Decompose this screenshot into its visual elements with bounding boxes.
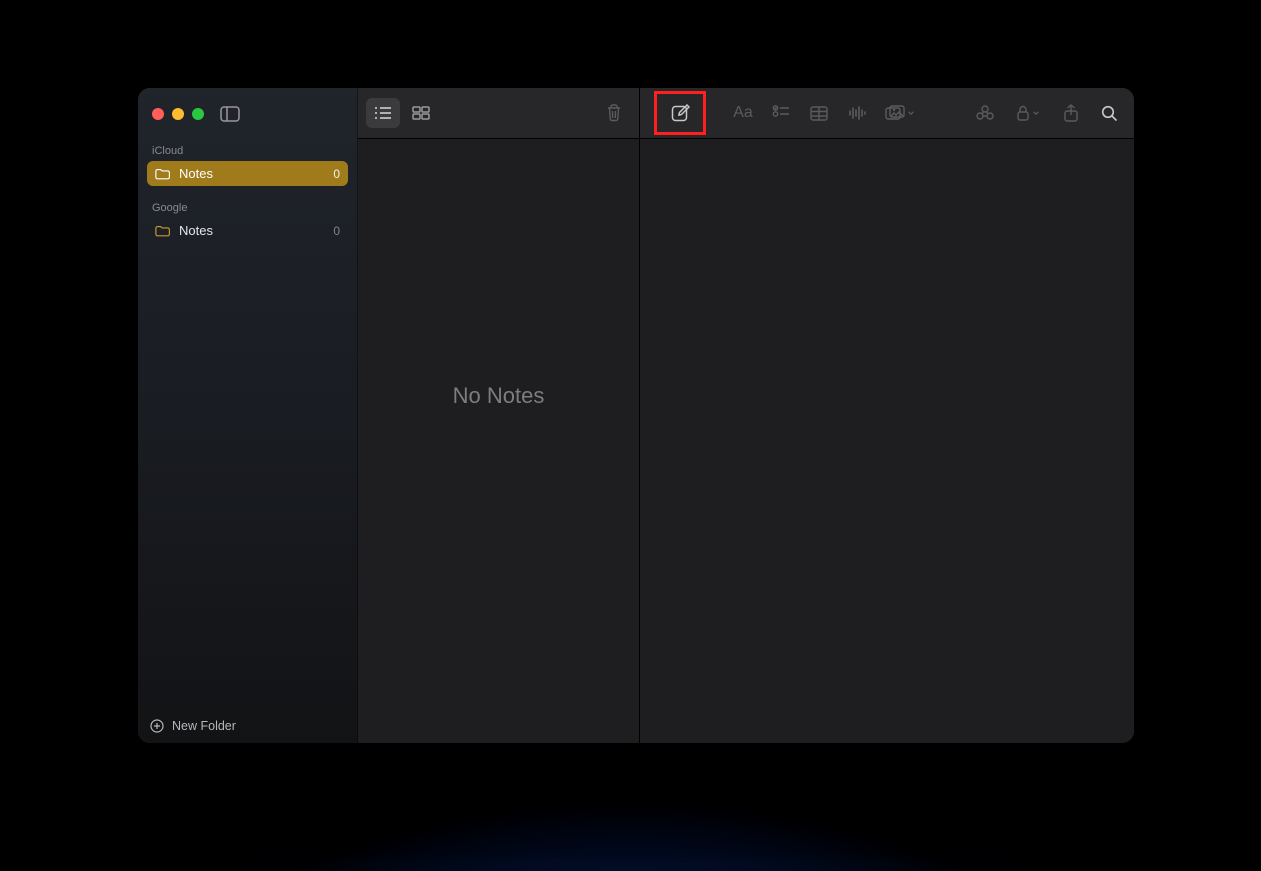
close-window-button[interactable]	[152, 108, 164, 120]
sidebar-section-label-icloud: iCloud	[138, 139, 357, 161]
folder-name: Notes	[179, 223, 213, 238]
delete-note-button[interactable]	[597, 98, 631, 128]
highlight-new-note	[654, 91, 706, 135]
share-button[interactable]	[1054, 98, 1088, 128]
folder-name: Notes	[179, 166, 213, 181]
notes-window: iCloud Notes 0 Google Notes 0	[138, 88, 1134, 743]
link-button[interactable]	[968, 98, 1002, 128]
sidebar: iCloud Notes 0 Google Notes 0	[138, 88, 358, 743]
sidebar-section-label-google: Google	[138, 196, 357, 218]
empty-list-message: No Notes	[358, 139, 639, 743]
list-view-button[interactable]	[366, 98, 400, 128]
toggle-sidebar-icon[interactable]	[220, 106, 240, 122]
minimize-window-button[interactable]	[172, 108, 184, 120]
window-titlebar	[138, 88, 357, 139]
new-note-button[interactable]	[663, 98, 697, 128]
audio-button[interactable]	[840, 98, 874, 128]
media-button[interactable]	[878, 98, 922, 128]
chevron-down-icon	[907, 109, 915, 117]
format-text-button[interactable]: Aa	[726, 98, 760, 128]
folder-icon	[155, 167, 171, 181]
folder-count: 0	[333, 167, 340, 181]
gallery-view-button[interactable]	[404, 98, 438, 128]
editor-column: Aa	[640, 88, 1134, 743]
plus-circle-icon	[150, 719, 164, 733]
table-button[interactable]	[802, 98, 836, 128]
lock-button[interactable]	[1006, 98, 1050, 128]
list-toolbar	[358, 88, 639, 139]
folder-icon	[155, 224, 171, 238]
sidebar-folder-icloud-notes[interactable]: Notes 0	[147, 161, 348, 186]
format-aa-icon: Aa	[733, 104, 753, 122]
zoom-window-button[interactable]	[192, 108, 204, 120]
folder-count: 0	[333, 224, 340, 238]
sidebar-folder-google-notes[interactable]: Notes 0	[147, 218, 348, 243]
search-button[interactable]	[1092, 98, 1126, 128]
notes-list-column: No Notes	[358, 88, 640, 743]
checklist-button[interactable]	[764, 98, 798, 128]
window-controls	[152, 108, 204, 120]
new-folder-button[interactable]: New Folder	[138, 709, 357, 743]
chevron-down-icon	[1032, 109, 1040, 117]
editor-toolbar: Aa	[640, 88, 1134, 139]
new-folder-label: New Folder	[172, 719, 236, 733]
